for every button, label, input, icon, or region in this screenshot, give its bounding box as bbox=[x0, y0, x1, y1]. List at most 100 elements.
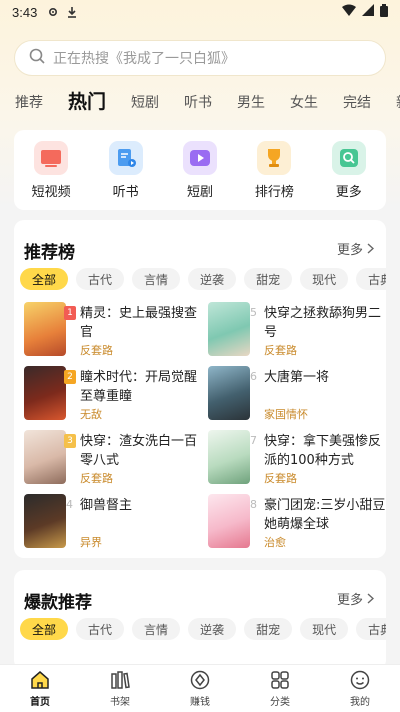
chip-sweet[interactable]: 甜宠 bbox=[244, 268, 293, 290]
chip-all[interactable]: 全部 bbox=[20, 618, 69, 640]
tab-male[interactable]: 男生 bbox=[237, 92, 265, 118]
book-tag: 反套路 bbox=[264, 472, 297, 485]
quick-entry-label: 听书 bbox=[112, 184, 139, 200]
more-link[interactable]: 更多 bbox=[337, 239, 374, 258]
category-chips: 全部 古代 言情 逆袭 甜宠 现代 古典 bbox=[20, 618, 386, 642]
bookshelf-icon bbox=[111, 671, 130, 689]
bottom-tab-bar: 首页 书架 赚钱 分类 我的 bbox=[0, 664, 400, 712]
battery-icon bbox=[380, 3, 388, 21]
book-item[interactable]: 4 御兽督主 异界 bbox=[20, 494, 200, 550]
book-title: 快穿之拯救舔狗男二号 bbox=[264, 306, 382, 340]
tab-label: 赚钱 bbox=[190, 697, 210, 708]
tab-label: 分类 bbox=[270, 697, 290, 708]
tab-home[interactable]: 首页 bbox=[10, 669, 70, 708]
chevron-right-icon bbox=[367, 243, 374, 254]
rank-number: 6 bbox=[250, 370, 257, 383]
profile-icon bbox=[350, 670, 370, 690]
home-icon bbox=[31, 671, 49, 689]
rank-badge: 3 bbox=[64, 434, 76, 448]
book-item[interactable]: 2 瞳术时代：开局觉醒至尊重瞳 无敌 bbox=[20, 366, 200, 422]
chip-modern[interactable]: 现代 bbox=[300, 618, 349, 640]
book-item[interactable]: 7 快穿：拿下美强惨反派的100种方式 反套路 bbox=[204, 430, 384, 486]
quick-entry-label: 更多 bbox=[335, 184, 362, 200]
chip-romance[interactable]: 言情 bbox=[132, 268, 181, 290]
chip-romance[interactable]: 言情 bbox=[132, 618, 181, 640]
book-cover bbox=[24, 430, 66, 484]
chip-modern[interactable]: 现代 bbox=[300, 268, 349, 290]
chevron-right-icon bbox=[367, 593, 374, 604]
tab-recommend[interactable]: 推荐 bbox=[15, 92, 43, 118]
search-bar[interactable]: 正在热搜《我成了一只白狐》 bbox=[14, 40, 386, 76]
tab-category[interactable]: 分类 bbox=[250, 669, 310, 708]
book-cover bbox=[24, 494, 66, 548]
book-item[interactable]: 8 豪门团宠:三岁小甜豆她萌爆全球 治愈 bbox=[204, 494, 385, 550]
quick-entry-label: 排行榜 bbox=[254, 184, 294, 200]
more-label: 更多 bbox=[336, 243, 363, 258]
section-title: 推荐榜 bbox=[24, 243, 75, 263]
trophy-icon bbox=[257, 140, 292, 175]
more-link[interactable]: 更多 bbox=[337, 589, 374, 608]
tab-short-drama[interactable]: 短剧 bbox=[131, 92, 159, 118]
quick-entry-more[interactable]: 更多 bbox=[318, 140, 380, 200]
book-title: 御兽督主 bbox=[80, 498, 133, 513]
signal-icon bbox=[362, 4, 374, 20]
quick-entry-label: 短剧 bbox=[186, 184, 213, 200]
book-title: 精灵：史上最强搜查官 bbox=[80, 306, 198, 340]
search-icon bbox=[29, 48, 45, 68]
channel-tabs: 推荐 热门 短剧 听书 男生 女生 完结 新 bbox=[0, 86, 400, 118]
tab-hot[interactable]: 热门 bbox=[68, 87, 107, 118]
chip-classical[interactable]: 古典 bbox=[356, 268, 386, 290]
tab-profile[interactable]: 我的 bbox=[330, 669, 390, 708]
download-icon bbox=[67, 6, 77, 18]
wifi-icon bbox=[342, 4, 356, 20]
tab-label: 首页 bbox=[30, 697, 50, 708]
quick-entry-short-drama[interactable]: 短剧 bbox=[169, 140, 231, 200]
settings-gear-icon bbox=[47, 6, 59, 18]
rank-number: 4 bbox=[66, 498, 73, 511]
more-label: 更多 bbox=[336, 593, 363, 608]
category-icon bbox=[271, 671, 289, 689]
rank-number: 7 bbox=[250, 434, 257, 447]
chip-comeback[interactable]: 逆袭 bbox=[188, 268, 237, 290]
book-item[interactable]: 5 快穿之拯救舔狗男二号 反套路 bbox=[204, 302, 384, 358]
rank-number: 5 bbox=[250, 306, 257, 319]
status-time: 3:43 bbox=[12, 4, 38, 20]
book-tag: 家国情怀 bbox=[264, 408, 308, 421]
rank-badge: 1 bbox=[64, 306, 76, 320]
book-tag: 异界 bbox=[80, 536, 102, 549]
book-item[interactable]: 1 精灵：史上最强搜查官 反套路 bbox=[20, 302, 200, 358]
book-cover bbox=[24, 302, 66, 356]
chip-comeback[interactable]: 逆袭 bbox=[188, 618, 237, 640]
headphone-book-icon bbox=[108, 140, 143, 175]
book-title: 快穿：渣女洗白一百零八式 bbox=[80, 434, 198, 468]
search-placeholder: 正在热搜《我成了一只白狐》 bbox=[53, 51, 235, 67]
chip-sweet[interactable]: 甜宠 bbox=[244, 618, 293, 640]
coin-icon bbox=[190, 670, 210, 690]
status-bar: 3:43 bbox=[0, 0, 400, 24]
book-cover bbox=[208, 366, 250, 420]
quick-entry-audiobook[interactable]: 听书 bbox=[95, 140, 157, 200]
book-item[interactable]: 3 快穿：渣女洗白一百零八式 反套路 bbox=[20, 430, 200, 486]
more-icon bbox=[331, 140, 366, 175]
tab-female[interactable]: 女生 bbox=[290, 92, 318, 118]
book-tag: 反套路 bbox=[264, 344, 297, 357]
tab-completed[interactable]: 完结 bbox=[343, 92, 371, 118]
chip-ancient[interactable]: 古代 bbox=[76, 618, 125, 640]
quick-entry-ranking[interactable]: 排行榜 bbox=[243, 140, 305, 200]
rank-number: 8 bbox=[250, 498, 257, 511]
chip-all[interactable]: 全部 bbox=[20, 268, 69, 290]
play-icon bbox=[182, 140, 217, 175]
tab-bookshelf[interactable]: 书架 bbox=[90, 669, 150, 708]
book-cover bbox=[24, 366, 66, 420]
tab-audiobook[interactable]: 听书 bbox=[184, 92, 212, 118]
book-title: 大唐第一将 bbox=[264, 370, 330, 385]
recommend-ranking-card: 推荐榜 更多 全部 古代 言情 逆袭 甜宠 现代 古典 1 精灵：史上最强搜查官… bbox=[14, 220, 386, 558]
book-item[interactable]: 6 大唐第一将 家国情怀 bbox=[204, 366, 384, 422]
tab-earn[interactable]: 赚钱 bbox=[170, 669, 230, 708]
tab-new[interactable]: 新 bbox=[396, 92, 400, 118]
quick-entry-short-video[interactable]: 短视频 bbox=[20, 140, 82, 200]
chip-classical[interactable]: 古典 bbox=[356, 618, 386, 640]
quick-entry-label: 短视频 bbox=[31, 184, 71, 200]
book-cover bbox=[208, 302, 250, 356]
chip-ancient[interactable]: 古代 bbox=[76, 268, 125, 290]
